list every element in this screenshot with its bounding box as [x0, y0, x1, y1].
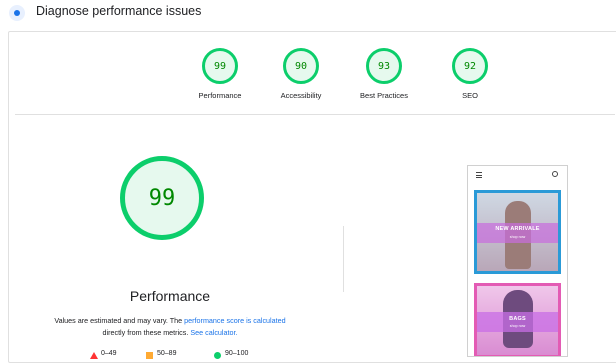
performance-title: Performance [129, 288, 211, 304]
gauge-score: 93 [366, 48, 402, 84]
gauge-accessibility[interactable]: 90 Accessibility [256, 48, 346, 100]
gauge-seo[interactable]: 92 SEO [425, 48, 515, 100]
site-header [468, 166, 567, 184]
gauge-label: Best Practices [360, 91, 408, 100]
legend-fail: 0–49 [101, 350, 117, 357]
gauge-label: Performance [198, 91, 242, 100]
banner-caption: BAGS [509, 316, 526, 322]
search-icon [552, 171, 558, 177]
score-calculation-link[interactable]: performance score is calculated [184, 316, 285, 325]
banner-caption: NEW ARRIVALE [495, 226, 540, 232]
menu-icon [476, 172, 482, 178]
score-legend: 0–49 50–89 90–100 [90, 350, 290, 360]
note-text: directly from these metrics. [102, 327, 191, 337]
legend-average: 50–89 [157, 350, 177, 357]
score-note: Values are estimated and may vary. The p… [20, 315, 320, 338]
legend-pass: 90–100 [225, 350, 249, 357]
note-text: Values are estimated and may vary. The [54, 316, 185, 325]
gauge-performance[interactable]: 99 Performance [175, 48, 265, 100]
banner-subcaption: shop now [509, 324, 526, 328]
score-gauges: 99 Performance 90 Accessibility 93 Best … [9, 32, 616, 114]
gauge-score: 92 [452, 48, 488, 84]
section-header: Diagnose performance issues [0, 0, 616, 26]
divider [15, 114, 615, 115]
bags-banner: BAGS shop now [474, 283, 561, 356]
gauge-score: 99 [202, 48, 238, 84]
caption-band [477, 312, 558, 332]
gauge-score: 90 [283, 48, 319, 84]
calculator-link[interactable]: See calculator. [190, 328, 237, 337]
new-arrivals-banner: NEW ARRIVALE shop now [474, 190, 561, 274]
final-screenshot[interactable]: NEW ARRIVALE shop now BAGS shop now [467, 165, 568, 357]
vertical-divider [343, 226, 344, 292]
section-title: Diagnose performance issues [36, 4, 202, 18]
gauge-label: Accessibility [280, 91, 322, 100]
gauge-best-practices[interactable]: 93 Best Practices [339, 48, 429, 100]
banner-subcaption: shop now [509, 235, 526, 239]
performance-score-gauge: 99 [120, 156, 204, 240]
gauge-label: SEO [462, 91, 478, 100]
lighthouse-icon [9, 5, 25, 21]
